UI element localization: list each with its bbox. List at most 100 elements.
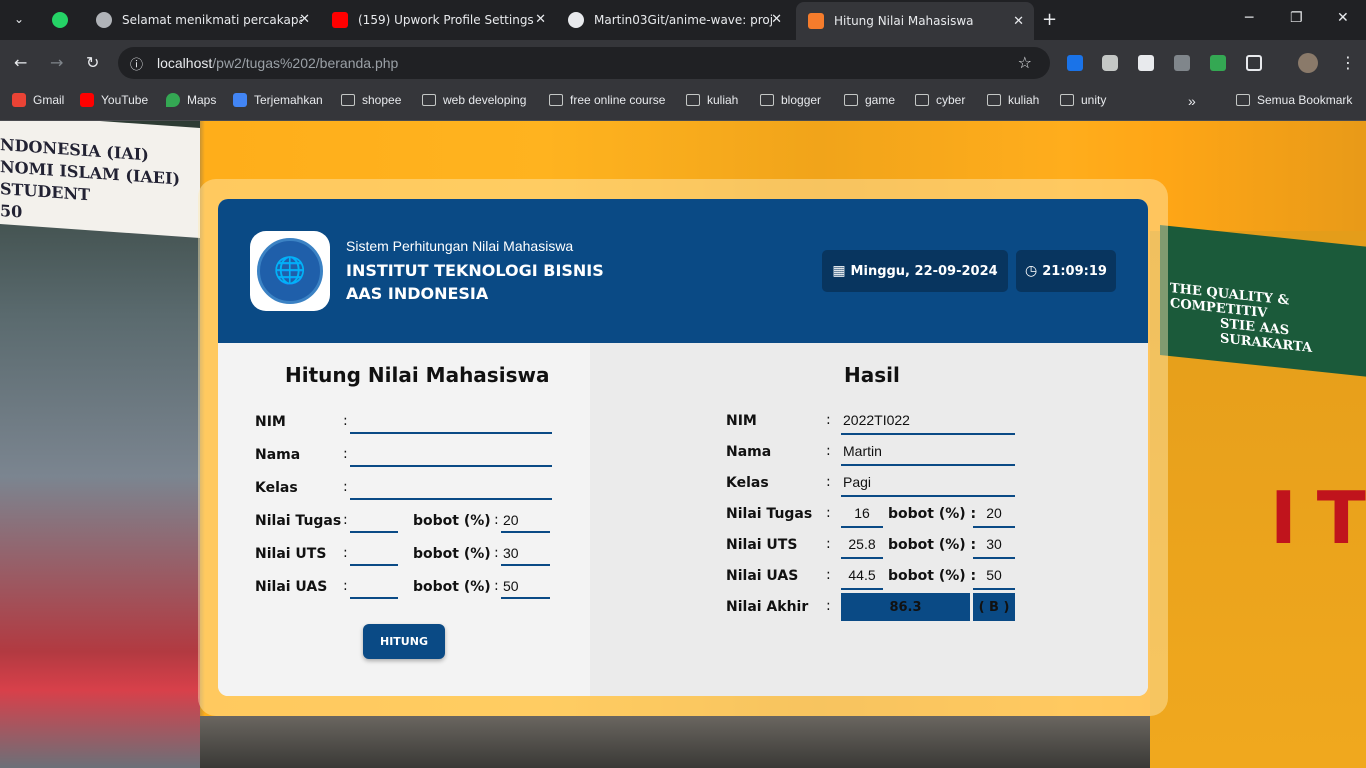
new-tab-icon[interactable]: + (1042, 9, 1057, 30)
bobot-uas-input[interactable]: 50 (501, 576, 550, 599)
tab-hitung-nilai[interactable]: Hitung Nilai Mahasiswa ✕ (796, 2, 1034, 40)
xampp-icon (808, 13, 824, 29)
more-bookmarks-chevron-icon[interactable]: » (1188, 93, 1196, 109)
mail-extension-icon[interactable] (1210, 55, 1226, 71)
tab-whatsapp-pinned[interactable] (40, 0, 68, 40)
tab-title: (159) Upwork Profile Settings Yo (358, 13, 538, 27)
kelas-label: Kelas (255, 480, 298, 496)
card-header: 🌐 Sistem Perhitungan Nilai Mahasiswa INS… (218, 199, 1148, 343)
bookmark-label: kuliah (1008, 93, 1040, 107)
bookmark-folder-blogger[interactable]: blogger (760, 93, 821, 107)
folder-icon (549, 94, 563, 106)
bobot-uts-input[interactable]: 30 (501, 543, 550, 566)
bookmark-folder-cyber[interactable]: cyber (915, 93, 965, 107)
nama-input[interactable] (350, 444, 552, 467)
kelas-input[interactable] (350, 477, 552, 500)
all-bookmarks-folder[interactable]: Semua Bookmark (1236, 93, 1352, 107)
site-info-icon[interactable]: ⓘ (130, 54, 143, 73)
close-window-icon[interactable]: ✕ (1337, 10, 1349, 26)
bookmark-maps[interactable]: Maps (166, 93, 216, 107)
colon: : (826, 443, 831, 459)
bookmark-folder-free-online-course[interactable]: free online course (549, 93, 665, 107)
tab-title: Selamat menikmati percakapan (122, 13, 302, 27)
result-uas-value: 44.5 (841, 564, 883, 590)
background-sign-left: NDONESIA (IAI) NOMI ISLAM (IAEI) STUDENT… (0, 121, 200, 238)
bookmark-label: YouTube (101, 93, 149, 107)
camera-extension-icon[interactable] (1102, 55, 1118, 71)
bookmark-label: shopee (362, 93, 402, 107)
tab-title: Hitung Nilai Mahasiswa (834, 14, 974, 28)
bookmark-youtube[interactable]: YouTube (80, 93, 148, 107)
url-text[interactable]: localhost/pw2/tugas%202/beranda.php (157, 55, 398, 71)
tab-title: Martin03Git/anime-wave: proje (594, 13, 774, 27)
calendar-icon: ▦ (832, 263, 846, 279)
tab-search-chevron-icon[interactable]: ⌄ (10, 12, 28, 28)
nilai-uts-label: Nilai UTS (255, 546, 327, 562)
grade-calculator-card: 🌐 Sistem Perhitungan Nilai Mahasiswa INS… (218, 199, 1148, 696)
tab-upwork[interactable]: (159) Upwork Profile Settings Yo ✕ (320, 0, 556, 40)
colon: : (826, 598, 831, 614)
browser-tab-bar: ⌄ Selamat menikmati percakapan ✕ (159) U… (0, 0, 1366, 40)
date-badge: ▦ Minggu, 22-09-2024 (822, 250, 1008, 292)
background-sign-right: THE QUALITY & COMPETITIV STIE AAS SURAKA… (1160, 224, 1366, 378)
restore-icon[interactable]: ❐ (1290, 10, 1303, 26)
close-tab-icon[interactable]: ✕ (1013, 14, 1024, 29)
close-tab-icon[interactable]: ✕ (535, 12, 546, 27)
close-tab-icon[interactable]: ✕ (299, 12, 310, 27)
minimize-icon[interactable]: ─ (1245, 10, 1253, 26)
bookmark-label: kuliah (707, 93, 739, 107)
hitung-button[interactable]: HITUNG (363, 624, 445, 659)
folder-icon (987, 94, 1001, 106)
extensions-puzzle-icon[interactable] (1246, 55, 1262, 71)
folder-icon (422, 94, 436, 106)
extension-icon[interactable] (1138, 55, 1154, 71)
bobot-tugas-input[interactable]: 20 (501, 510, 550, 533)
globe-seal-icon: 🌐 (257, 238, 323, 304)
nilai-tugas-label: Nilai Tugas (255, 513, 342, 529)
bookmark-folder-web-developing[interactable]: web developing (422, 93, 526, 107)
tab-github[interactable]: Martin03Git/anime-wave: proje ✕ (556, 0, 792, 40)
bookmark-folder-shopee[interactable]: shopee (341, 93, 401, 107)
colon: : (826, 567, 831, 583)
bookmark-folder-kuliah-2[interactable]: kuliah (987, 93, 1039, 107)
profile-avatar[interactable] (1298, 53, 1318, 73)
bookmark-folder-unity[interactable]: unity (1060, 93, 1106, 107)
nilai-tugas-input[interactable] (350, 510, 398, 533)
bobot-label: bobot (%) (413, 546, 491, 562)
bookmark-folder-game[interactable]: game (844, 93, 895, 107)
nilai-uas-input[interactable] (350, 576, 398, 599)
result-tugas-label: Nilai Tugas (726, 506, 813, 522)
url-path: /pw2/tugas%202/beranda.php (212, 55, 399, 71)
result-bobot-label: bobot (%) : (888, 568, 977, 584)
youtube-icon (80, 93, 94, 107)
code-extension-icon[interactable] (1174, 55, 1190, 71)
extension-icon[interactable] (1067, 55, 1083, 71)
forward-icon[interactable]: → (50, 53, 63, 72)
folder-icon (341, 94, 355, 106)
tab-chatgpt[interactable]: Selamat menikmati percakapan ✕ (84, 0, 320, 40)
background-floor (200, 716, 1150, 768)
nilai-uts-input[interactable] (350, 543, 398, 566)
colon: : (343, 578, 348, 594)
address-bar[interactable]: ⓘ localhost/pw2/tugas%202/beranda.php ☆ (118, 47, 1050, 79)
folder-icon (1060, 94, 1074, 106)
result-bobot-uas-value: 50 (973, 564, 1015, 590)
nama-label: Nama (255, 447, 301, 463)
time-badge: ◷ 21:09:19 (1016, 250, 1116, 292)
bookmark-label: unity (1081, 93, 1107, 107)
clock-icon: ◷ (1025, 263, 1038, 279)
menu-kebab-icon[interactable]: ⋮ (1340, 53, 1356, 72)
nim-input[interactable] (350, 411, 552, 434)
bookmark-folder-kuliah[interactable]: kuliah (686, 93, 738, 107)
back-icon[interactable]: ← (14, 53, 27, 72)
folder-icon (760, 94, 774, 106)
close-tab-icon[interactable]: ✕ (771, 12, 782, 27)
reload-icon[interactable]: ↻ (86, 53, 99, 72)
gmail-icon (12, 93, 26, 107)
youtube-icon (332, 12, 348, 28)
bookmark-gmail[interactable]: Gmail (12, 93, 64, 107)
result-kelas-value: Pagi (841, 471, 1015, 497)
bookmark-translate[interactable]: Terjemahkan (233, 93, 323, 107)
whatsapp-icon (52, 12, 68, 28)
bookmark-star-icon[interactable]: ☆ (1018, 53, 1032, 72)
